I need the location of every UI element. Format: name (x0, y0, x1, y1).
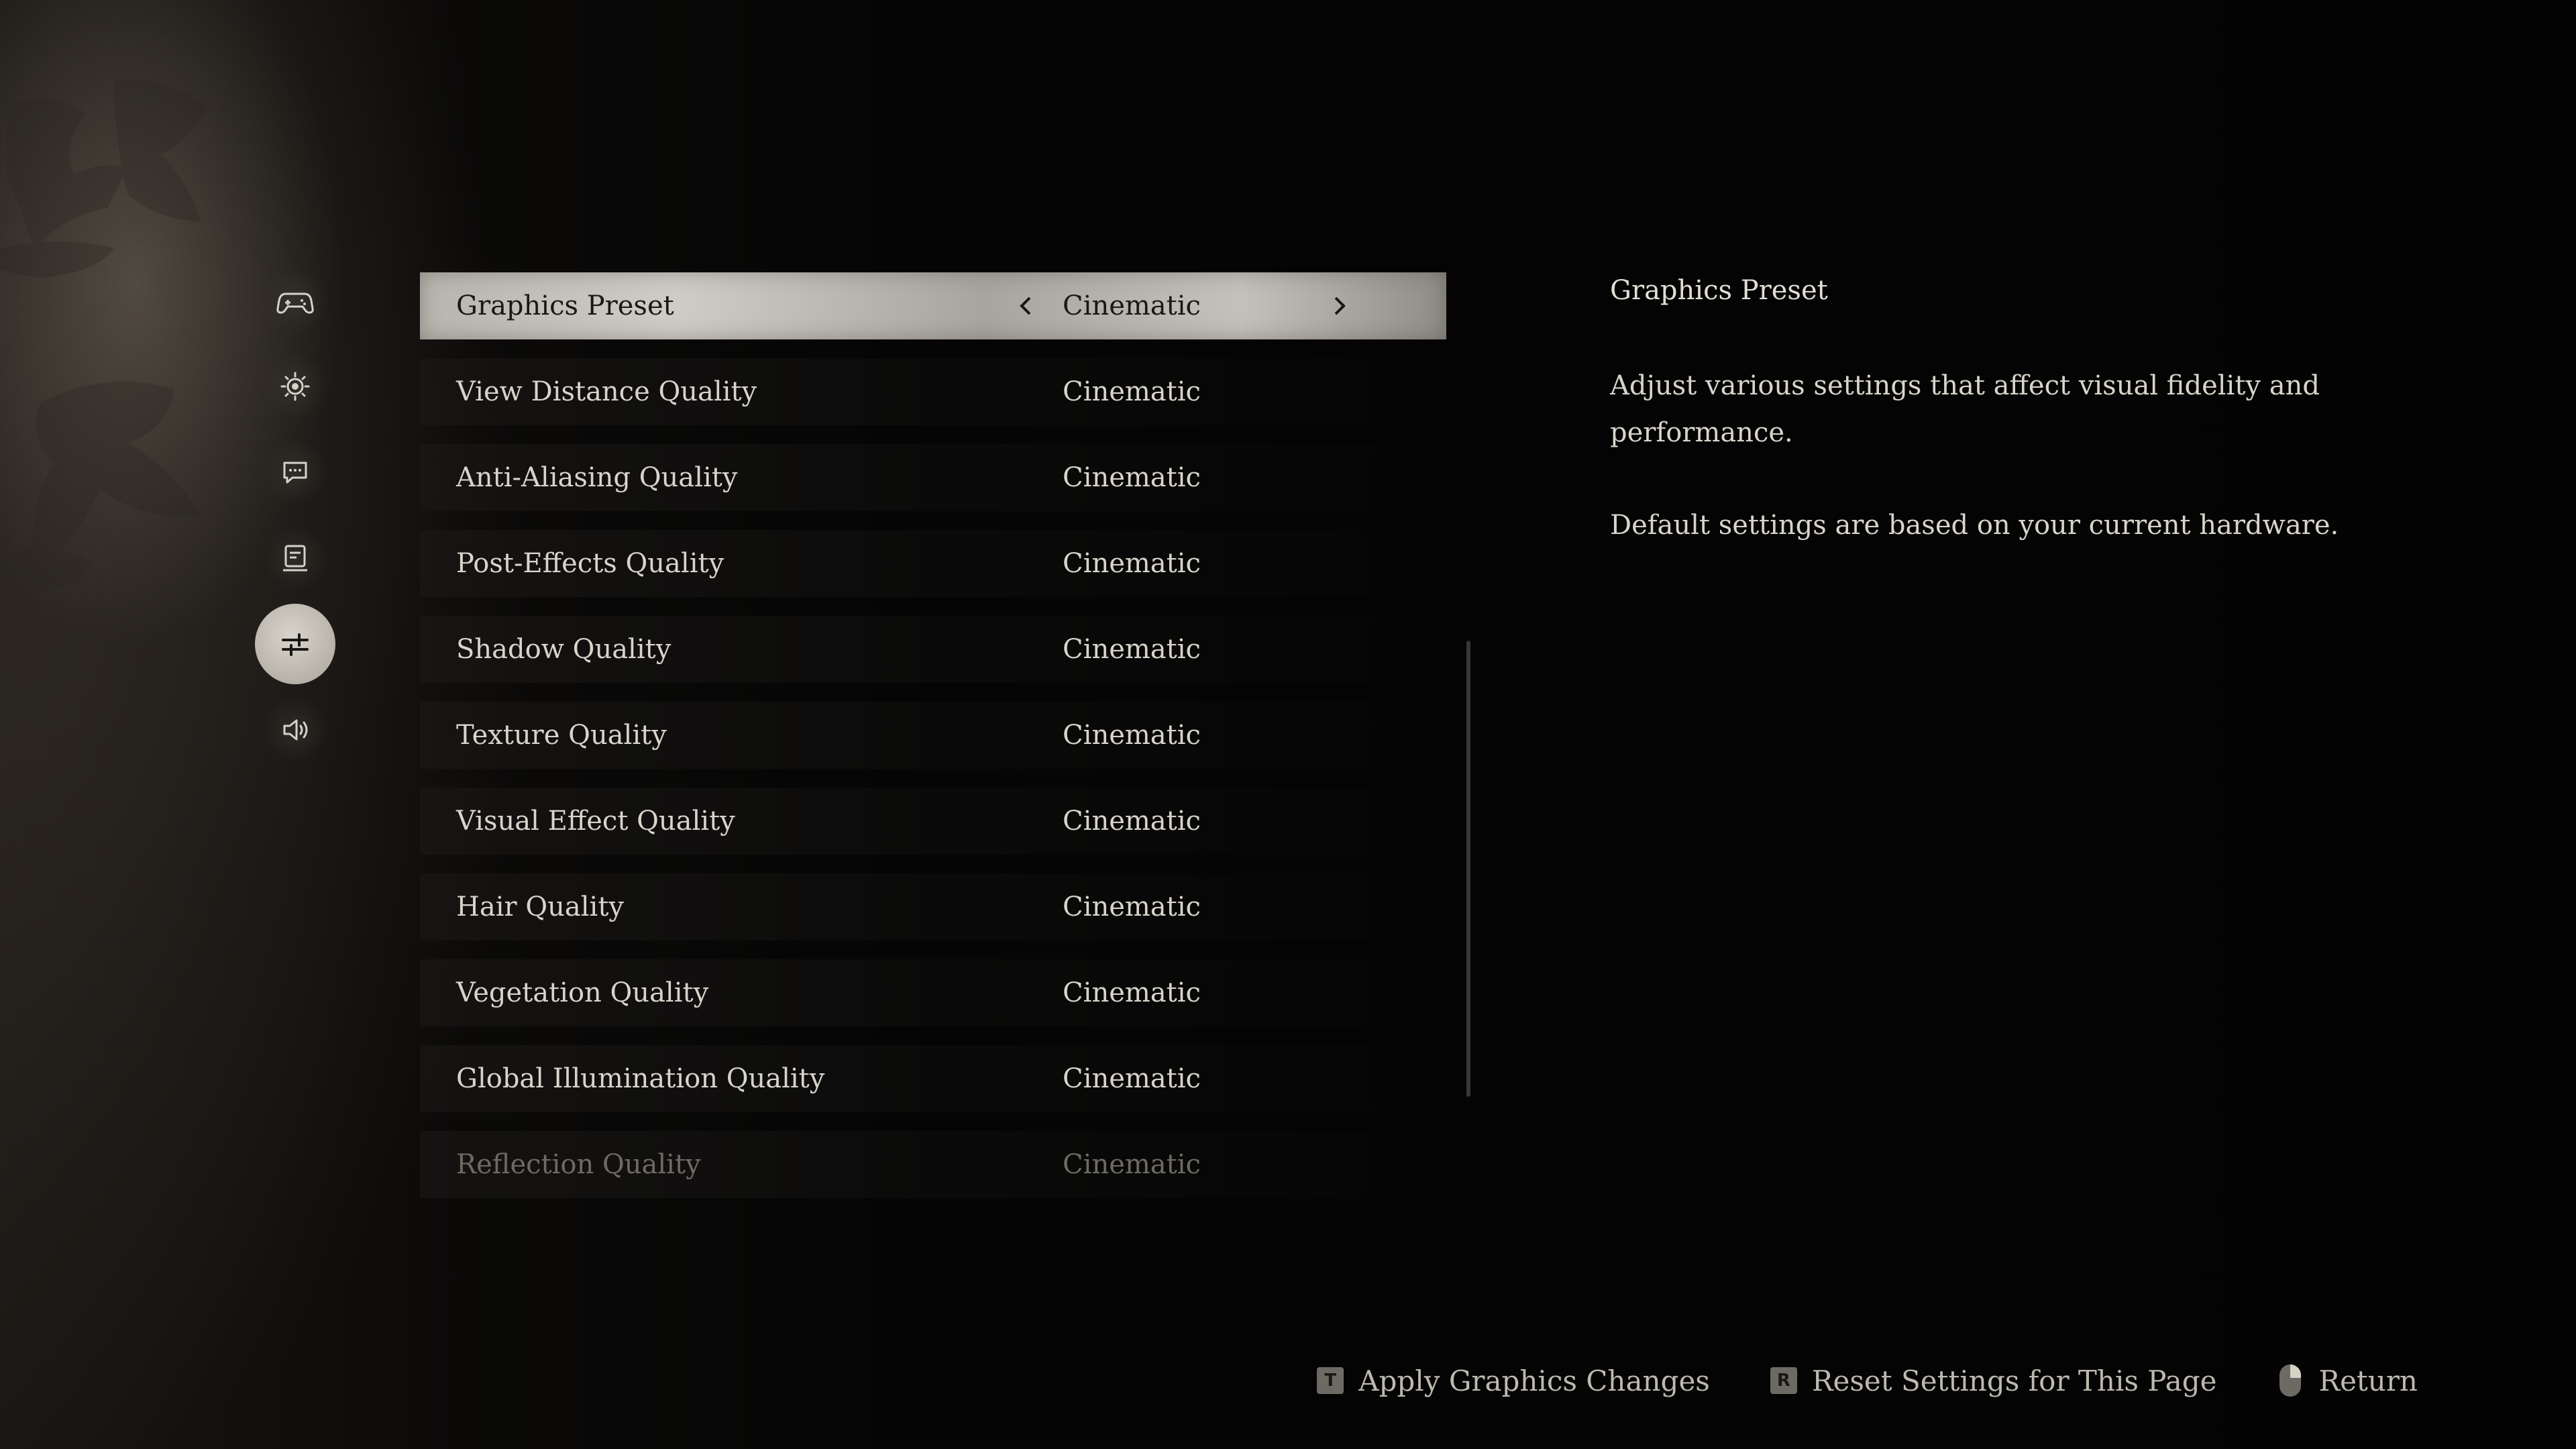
description-note: Default settings are based on your curre… (1610, 510, 2339, 541)
footer-hints: T Apply Graphics Changes R Reset Setting… (1317, 1362, 2418, 1399)
setting-row-texture[interactable]: Texture Quality Cinematic (420, 702, 1446, 769)
reset-settings-label: Reset Settings for This Page (1811, 1364, 2217, 1397)
sidebar-item-interface[interactable] (255, 432, 335, 513)
return-button[interactable]: Return (2277, 1362, 2418, 1399)
setting-value: Cinematic (1063, 548, 1201, 579)
setting-label: View Distance Quality (456, 376, 757, 407)
gamepad-icon (276, 292, 314, 314)
return-label: Return (2318, 1364, 2418, 1397)
description-panel: Graphics Preset Adjust various settings … (1610, 275, 2361, 594)
setting-label: Global Illumination Quality (456, 1063, 825, 1094)
setting-value: Cinematic (1063, 892, 1201, 922)
setting-label: Reflection Quality (456, 1149, 701, 1180)
setting-value: Cinematic (1063, 376, 1201, 407)
key-t-icon: T (1317, 1367, 1344, 1394)
setting-label: Visual Effect Quality (456, 806, 735, 837)
sliders-icon (282, 633, 309, 656)
brightness-icon (280, 372, 310, 401)
reset-settings-button[interactable]: R Reset Settings for This Page (1770, 1364, 2217, 1397)
settings-list: Graphics Preset Cinematic View Distance … (420, 272, 1446, 1212)
setting-row-global-illumination[interactable]: Global Illumination Quality Cinematic (420, 1045, 1446, 1112)
setting-value: Cinematic (1063, 806, 1201, 837)
description-title: Graphics Preset (1610, 275, 1828, 306)
setting-label: Vegetation Quality (456, 977, 709, 1008)
setting-label: Anti-Aliasing Quality (456, 462, 738, 493)
setting-value: Cinematic (1063, 290, 1201, 321)
setting-row-vegetation[interactable]: Vegetation Quality Cinematic (420, 959, 1446, 1026)
setting-label: Hair Quality (456, 892, 625, 922)
mouse-right-click-icon (2279, 1364, 2302, 1397)
display-icon (283, 545, 307, 572)
speaker-icon (283, 719, 308, 741)
key-r-icon: R (1770, 1367, 1797, 1394)
setting-label: Shadow Quality (456, 634, 672, 665)
sidebar-item-display[interactable] (255, 518, 335, 598)
setting-row-reflection[interactable]: Reflection Quality Cinematic (420, 1131, 1446, 1198)
setting-row-shadow[interactable]: Shadow Quality Cinematic (420, 616, 1446, 683)
setting-value: Cinematic (1063, 634, 1201, 665)
setting-row-visual-effect[interactable]: Visual Effect Quality Cinematic (420, 788, 1446, 855)
setting-value: Cinematic (1063, 720, 1201, 751)
apply-graphics-label: Apply Graphics Changes (1358, 1364, 1710, 1397)
setting-value: Cinematic (1063, 1149, 1201, 1180)
description-text: Adjust various settings that affect visu… (1610, 370, 2320, 448)
chat-icon (283, 462, 307, 484)
sidebar-item-controls[interactable] (255, 260, 335, 341)
setting-value: Cinematic (1063, 462, 1201, 493)
setting-row-view-distance[interactable]: View Distance Quality Cinematic (420, 358, 1446, 425)
setting-row-anti-aliasing[interactable]: Anti-Aliasing Quality Cinematic (420, 444, 1446, 511)
setting-row-hair[interactable]: Hair Quality Cinematic (420, 873, 1446, 941)
setting-label: Post-Effects Quality (456, 548, 724, 579)
setting-row-post-effects[interactable]: Post-Effects Quality Cinematic (420, 530, 1446, 597)
scrollbar[interactable] (1466, 641, 1470, 1097)
setting-row-graphics-preset[interactable]: Graphics Preset Cinematic (420, 272, 1446, 339)
apply-graphics-button[interactable]: T Apply Graphics Changes (1317, 1364, 1710, 1397)
setting-label: Graphics Preset (456, 290, 674, 321)
sidebar-item-audio[interactable] (255, 690, 335, 770)
setting-value: Cinematic (1063, 977, 1201, 1008)
calligraphy-watermark (0, 79, 208, 590)
sidebar-item-display-brightness[interactable] (255, 346, 335, 427)
sidebar-item-graphics[interactable] (255, 604, 335, 684)
setting-label: Texture Quality (456, 720, 667, 751)
setting-value: Cinematic (1063, 1063, 1201, 1094)
chevron-right-icon[interactable] (1326, 292, 1352, 319)
